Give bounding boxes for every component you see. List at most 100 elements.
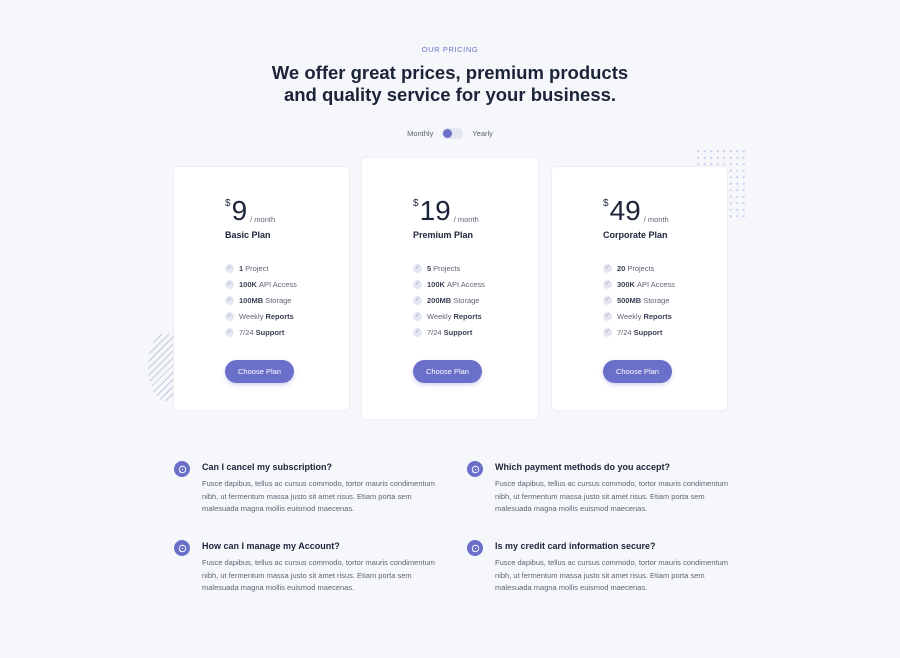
choose-plan-button-premium[interactable]: Choose Plan [413, 360, 482, 383]
feature-list: ✓ 20 Projects ✓ 300K API Access ✓ 500MB Storag… [603, 260, 727, 340]
pricing-headline: We offer great prices, premium products … [0, 62, 900, 106]
feature-text: Weekly [239, 311, 264, 321]
feature-item: ✓ 7/24 Support [413, 324, 538, 340]
feature-text: API Access [636, 279, 675, 289]
check-icon: ✓ [225, 279, 234, 289]
check-icon: ✓ [603, 279, 612, 289]
feature-item: ✓ 100K API Access [225, 276, 349, 292]
currency-symbol: $ [413, 198, 419, 209]
feature-highlight: Support [255, 327, 285, 337]
plan-name: Premium Plan [413, 230, 474, 240]
choose-plan-button-corporate[interactable]: Choose Plan [603, 360, 672, 383]
faq-answer: Fusce dapibus, tellus ac cursus commodo,… [495, 479, 729, 514]
feature-text: API Access [258, 279, 297, 289]
yearly-label[interactable]: Yearly [472, 129, 493, 138]
feature-item: ✓ 500MB Storage [603, 292, 727, 308]
feature-highlight: 200MB [427, 295, 452, 305]
feature-text: 7/24 [427, 327, 442, 337]
price-row: $ 19 / month [413, 196, 538, 226]
switch-knob [443, 129, 453, 138]
chat-bubble-icon [174, 540, 190, 556]
price-period: / month [643, 215, 669, 224]
feature-item: ✓ Weekly Reports [225, 308, 349, 324]
currency-symbol: $ [603, 198, 609, 209]
check-icon: ✓ [225, 327, 234, 337]
feature-highlight: 20 [617, 263, 626, 273]
check-icon: ✓ [413, 263, 422, 273]
feature-item: ✓ 7/24 Support [603, 324, 727, 340]
feature-list: ✓ 5 Projects ✓ 100K API Access ✓ 200MB Storage… [413, 260, 538, 340]
feature-highlight: 100MB [239, 295, 264, 305]
feature-highlight: 100K [239, 279, 257, 289]
feature-highlight: Reports [265, 311, 294, 321]
feature-highlight: 100K [427, 279, 445, 289]
feature-text: Project [245, 263, 269, 273]
feature-item: ✓ 20 Projects [603, 260, 727, 276]
headline-line-1: We offer great prices, premium products [271, 62, 629, 83]
price-period: / month [250, 215, 276, 224]
feature-item: ✓ 100K API Access [413, 276, 538, 292]
feature-item: ✓ 7/24 Support [225, 324, 349, 340]
pricing-eyebrow: OUR PRICING [421, 45, 479, 54]
chat-bubble-icon [174, 461, 190, 477]
currency-symbol: $ [225, 198, 231, 209]
check-icon: ✓ [225, 263, 234, 273]
choose-plan-button-basic[interactable]: Choose Plan [225, 360, 294, 383]
feature-highlight: 500MB [617, 295, 642, 305]
check-icon: ✓ [225, 295, 234, 305]
check-icon: ✓ [413, 295, 422, 305]
plan-name: Corporate Plan [603, 230, 668, 240]
feature-text: Weekly [617, 311, 642, 321]
price-amount: 49 [609, 195, 641, 226]
check-icon: ✓ [603, 295, 612, 305]
feature-highlight: 1 [239, 263, 244, 273]
plan-card-corporate: $ 49 / month Corporate Plan ✓ 20 Projects … [552, 167, 727, 410]
chat-bubble-icon [467, 540, 483, 556]
feature-highlight: Support [633, 327, 663, 337]
faq-answer: Fusce dapibus, tellus ac cursus commodo,… [202, 479, 436, 514]
price-amount: 9 [231, 195, 248, 226]
faq-question: Is my credit card information secure? [495, 541, 656, 551]
check-icon: ✓ [413, 311, 422, 321]
feature-text: 7/24 [239, 327, 254, 337]
plan-card-premium: $ 19 / month Premium Plan ✓ 5 Projects ✓ 10… [362, 158, 538, 419]
feature-text: Weekly [427, 311, 452, 321]
feature-text: Storage [453, 295, 480, 305]
feature-item: ✓ 1 Project [225, 260, 349, 276]
check-icon: ✓ [603, 311, 612, 321]
feature-item: ✓ Weekly Reports [413, 308, 538, 324]
faq-question: How can I manage my Account? [202, 541, 340, 551]
feature-text: Storage [265, 295, 292, 305]
feature-text: API Access [446, 279, 485, 289]
faq-answer: Fusce dapibus, tellus ac cursus commodo,… [495, 558, 729, 593]
faq-question: Which payment methods do you accept? [495, 462, 671, 472]
feature-item: ✓ 300K API Access [603, 276, 727, 292]
price-period: / month [453, 215, 479, 224]
feature-highlight: Support [443, 327, 473, 337]
feature-item: ✓ 100MB Storage [225, 292, 349, 308]
monthly-label[interactable]: Monthly [407, 129, 433, 138]
check-icon: ✓ [413, 327, 422, 337]
chat-bubble-icon [467, 461, 483, 477]
price-row: $ 9 / month [225, 196, 349, 226]
billing-toggle: Monthly Yearly [0, 128, 900, 139]
check-icon: ✓ [225, 311, 234, 321]
feature-item: ✓ 5 Projects [413, 260, 538, 276]
feature-highlight: Reports [453, 311, 482, 321]
feature-item: ✓ Weekly Reports [603, 308, 727, 324]
billing-switch[interactable] [442, 128, 464, 139]
feature-highlight: Reports [643, 311, 672, 321]
feature-item: ✓ 200MB Storage [413, 292, 538, 308]
feature-list: ✓ 1 Project ✓ 100K API Access ✓ 100MB Storage … [225, 260, 349, 340]
feature-text: 7/24 [617, 327, 632, 337]
check-icon: ✓ [603, 263, 612, 273]
headline-line-2: and quality service for your business. [283, 84, 617, 105]
plan-card-basic: $ 9 / month Basic Plan ✓ 1 Project ✓ 100K AP… [174, 167, 349, 410]
check-icon: ✓ [413, 279, 422, 289]
feature-highlight: 5 [427, 263, 432, 273]
plan-name: Basic Plan [225, 230, 271, 240]
feature-text: Projects [627, 263, 655, 273]
faq-answer: Fusce dapibus, tellus ac cursus commodo,… [202, 558, 436, 593]
feature-text: Projects [433, 263, 461, 273]
feature-highlight: 300K [617, 279, 635, 289]
